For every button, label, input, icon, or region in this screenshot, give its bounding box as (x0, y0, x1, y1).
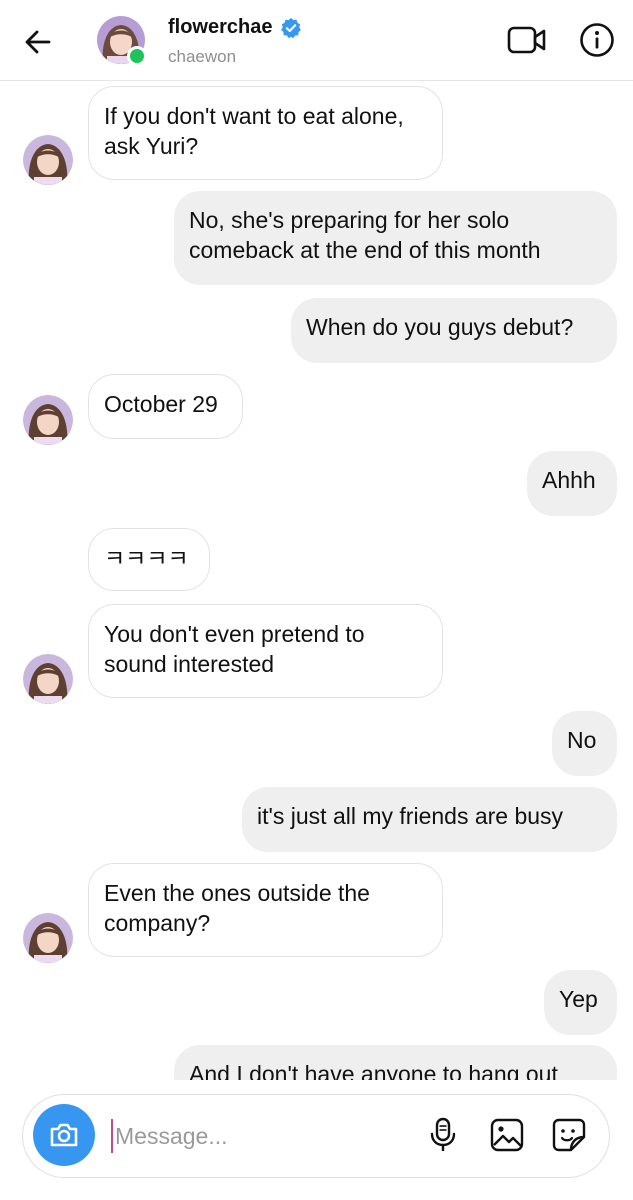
avatar-image (23, 395, 73, 445)
video-camera-icon (507, 26, 546, 54)
gallery-button[interactable] (485, 1113, 529, 1157)
message-bubble-outgoing[interactable]: No, she's preparing for her solo comebac… (174, 191, 617, 285)
video-call-button[interactable] (505, 20, 549, 60)
online-status-dot (127, 46, 147, 66)
voice-message-button[interactable] (423, 1113, 463, 1157)
verified-badge-icon (281, 17, 302, 38)
conversation-info-button[interactable] (575, 18, 619, 62)
message-bubble-outgoing[interactable]: Ahhh (527, 451, 617, 516)
message-composer (22, 1094, 610, 1178)
arrow-left-icon (25, 30, 51, 54)
sender-avatar[interactable] (23, 654, 73, 704)
message-bubble-outgoing[interactable]: When do you guys debut? (291, 298, 617, 363)
contact-subname: chaewon (168, 47, 237, 66)
back-button[interactable] (18, 22, 58, 62)
camera-button[interactable] (33, 1104, 95, 1166)
message-bubble-outgoing[interactable]: Yep (544, 970, 617, 1035)
message-bubble-outgoing[interactable]: it's just all my friends are busy (242, 787, 617, 852)
message-bubble-incoming[interactable]: If you don't want to eat alone, ask Yuri… (88, 86, 443, 180)
avatar-image (23, 654, 73, 704)
sender-avatar[interactable] (23, 135, 73, 185)
message-bubble-incoming[interactable]: ㅋㅋㅋㅋ (88, 528, 210, 591)
avatar-image (23, 135, 73, 185)
microphone-icon (430, 1117, 456, 1151)
avatar-image (23, 913, 73, 963)
camera-icon (50, 1123, 78, 1147)
message-bubble-incoming[interactable]: October 29 (88, 374, 243, 439)
contact-avatar[interactable] (97, 16, 147, 66)
message-bubble-incoming[interactable]: Even the ones outside the company? (88, 863, 443, 957)
message-input[interactable] (111, 1117, 395, 1155)
chat-header: flowerchae chaewon (0, 0, 633, 81)
contact-username[interactable]: flowerchae (168, 16, 272, 39)
sticker-button[interactable] (547, 1113, 591, 1157)
sender-avatar[interactable] (23, 395, 73, 445)
message-bubble-incoming[interactable]: You don't even pretend to sound interest… (88, 604, 443, 698)
sender-avatar[interactable] (23, 913, 73, 963)
image-icon (490, 1118, 524, 1152)
sticker-icon (552, 1118, 586, 1152)
info-icon (580, 23, 614, 57)
message-bubble-outgoing[interactable]: No (552, 711, 617, 776)
